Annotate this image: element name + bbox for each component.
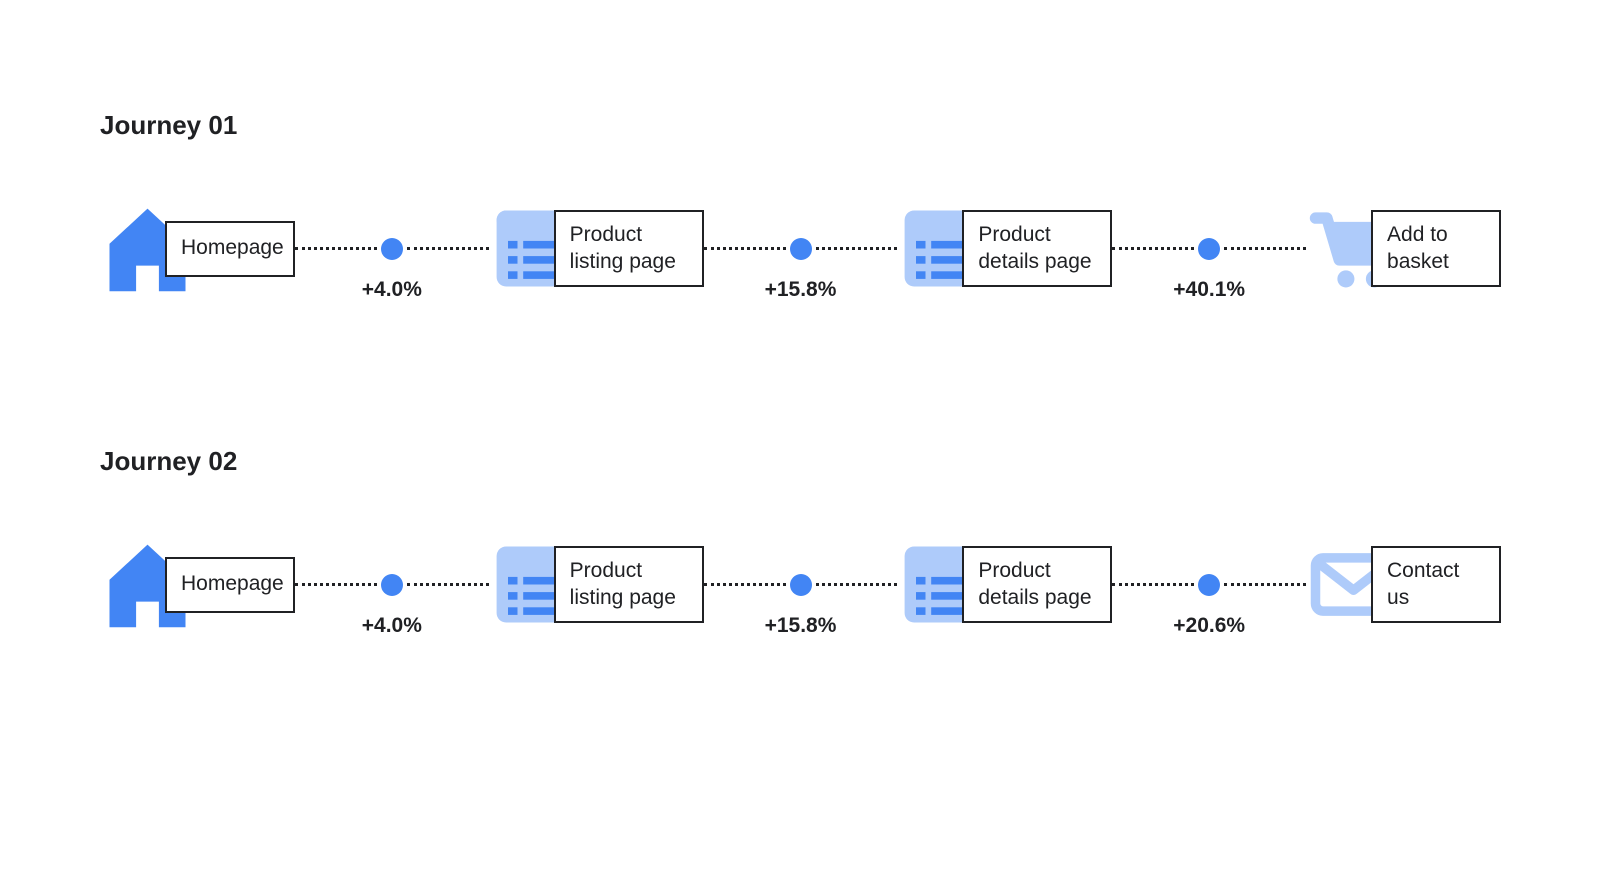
connector-dot-icon bbox=[381, 574, 403, 596]
connector-dot-icon bbox=[790, 574, 812, 596]
step-contact-us: Contact us bbox=[1306, 537, 1501, 632]
step-homepage: Homepage bbox=[100, 201, 295, 296]
dotted-line bbox=[407, 247, 489, 250]
connector-value: +15.8% bbox=[765, 614, 837, 638]
connector-dot-icon bbox=[1198, 238, 1220, 260]
journey-title: Journey 01 bbox=[100, 110, 1501, 141]
dotted-line bbox=[1224, 247, 1306, 250]
flow-connector: +15.8% bbox=[704, 238, 898, 260]
step-product-listing: Product listing page bbox=[489, 201, 704, 296]
connector-value: +4.0% bbox=[362, 278, 422, 302]
dotted-line bbox=[1112, 583, 1194, 586]
step-product-details: Product details page bbox=[897, 201, 1112, 296]
step-label: Contact us bbox=[1371, 546, 1501, 623]
step-product-details: Product details page bbox=[897, 537, 1112, 632]
step-label: Product listing page bbox=[554, 546, 704, 623]
connector-value: +20.6% bbox=[1173, 614, 1245, 638]
dotted-line bbox=[816, 583, 898, 586]
journey-01: Journey 01 Homepage +4.0% bbox=[100, 110, 1501, 296]
flow-connector: +4.0% bbox=[295, 238, 489, 260]
dotted-line bbox=[407, 583, 489, 586]
step-label: Product details page bbox=[962, 546, 1112, 623]
connector-value: +4.0% bbox=[362, 614, 422, 638]
flow-connector: +40.1% bbox=[1112, 238, 1306, 260]
step-label: Product details page bbox=[962, 210, 1112, 287]
step-add-to-basket: Add to basket bbox=[1306, 201, 1501, 296]
dotted-line bbox=[816, 247, 898, 250]
dotted-line bbox=[1224, 583, 1306, 586]
dotted-line bbox=[295, 247, 377, 250]
flow-connector: +15.8% bbox=[704, 574, 898, 596]
step-label: Product listing page bbox=[554, 210, 704, 287]
connector-dot-icon bbox=[1198, 574, 1220, 596]
step-homepage: Homepage bbox=[100, 537, 295, 632]
journey-02: Journey 02 Homepage +4.0% bbox=[100, 446, 1501, 632]
dotted-line bbox=[295, 583, 377, 586]
connector-value: +15.8% bbox=[765, 278, 837, 302]
journey-flow: Homepage +4.0% bbox=[100, 537, 1501, 632]
step-product-listing: Product listing page bbox=[489, 537, 704, 632]
dotted-line bbox=[704, 583, 786, 586]
step-label: Homepage bbox=[165, 557, 295, 613]
journey-title: Journey 02 bbox=[100, 446, 1501, 477]
connector-dot-icon bbox=[790, 238, 812, 260]
flow-connector: +20.6% bbox=[1112, 574, 1306, 596]
connector-dot-icon bbox=[381, 238, 403, 260]
flow-connector: +4.0% bbox=[295, 574, 489, 596]
dotted-line bbox=[1112, 247, 1194, 250]
diagram-canvas: Journey 01 Homepage +4.0% bbox=[0, 0, 1601, 874]
step-label: Homepage bbox=[165, 221, 295, 277]
journey-flow: Homepage +4.0% bbox=[100, 201, 1501, 296]
dotted-line bbox=[704, 247, 786, 250]
step-label: Add to basket bbox=[1371, 210, 1501, 287]
connector-value: +40.1% bbox=[1173, 278, 1245, 302]
